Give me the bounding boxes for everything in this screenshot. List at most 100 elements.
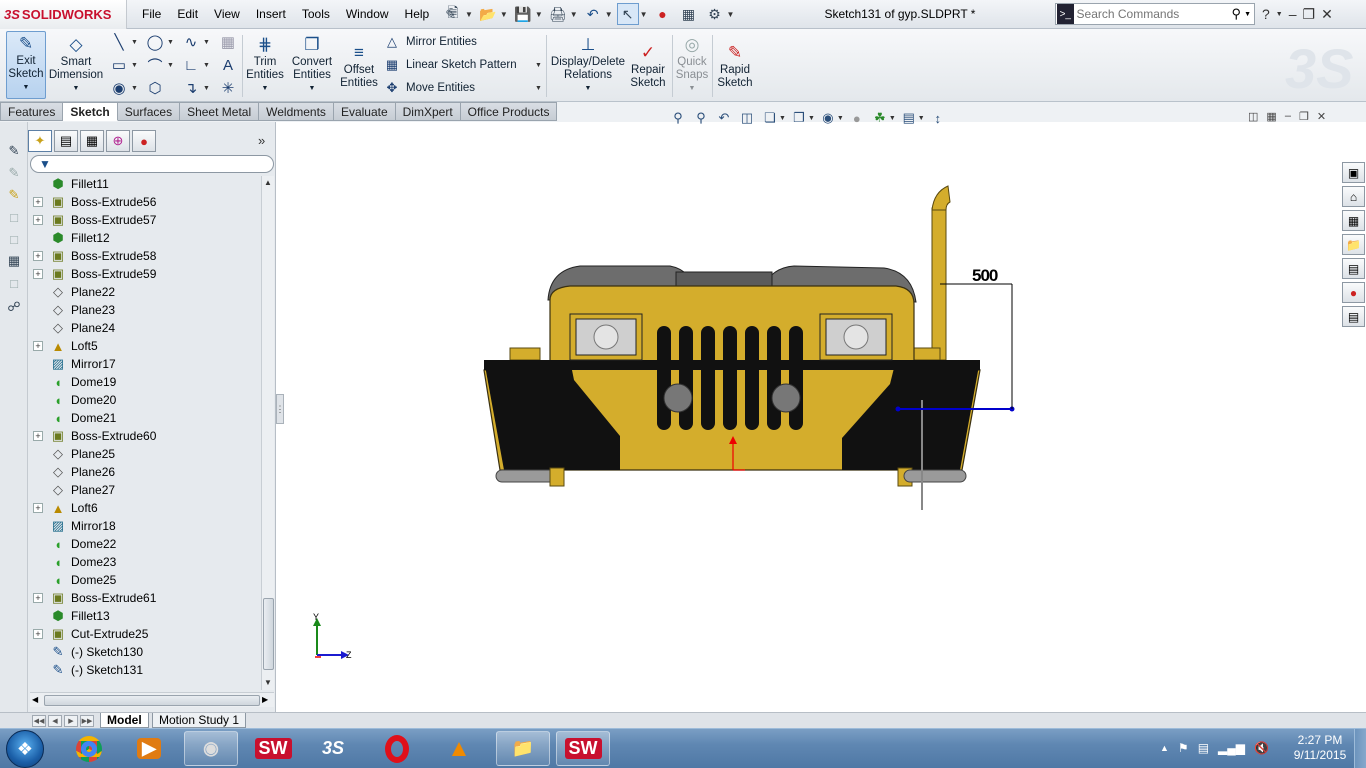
chevron-down-icon[interactable]: ▼ <box>1244 11 1251 18</box>
design-library-icon[interactable]: ⌂ <box>1342 186 1365 207</box>
tree-item[interactable]: ◖ Dome25 <box>30 571 260 589</box>
tree-vertical-scrollbar[interactable]: ▲ ▼ <box>261 176 274 690</box>
tree-item[interactable]: ◖ Dome21 <box>30 409 260 427</box>
chevron-down-icon[interactable]: ▼ <box>918 115 925 122</box>
chevron-down-icon[interactable]: ▼ <box>131 62 138 69</box>
feature-manager-tab-icon[interactable]: ✦ <box>28 130 52 152</box>
chevron-down-icon[interactable]: ▼ <box>535 10 543 19</box>
display-delete-relations-button[interactable]: ⊥ Display/Delete Relations ▼ <box>551 33 625 95</box>
smart-dimension-button[interactable]: ◇ Smart Dimension ▼ <box>49 33 103 95</box>
undo-icon[interactable]: ↶ <box>582 3 604 25</box>
section-view-icon[interactable]: ◫ <box>737 109 757 127</box>
scroll-down-icon[interactable]: ▼ <box>264 678 272 687</box>
tree-item[interactable]: + ▣ Boss-Extrude60 <box>30 427 260 445</box>
taskbar-explorer[interactable]: 📁 <box>496 731 550 766</box>
solidworks-logo[interactable]: 3S SOLIDWORKS <box>0 0 127 29</box>
tab-office-products[interactable]: Office Products <box>460 102 558 121</box>
sketch-fillet-icon[interactable]: ∟ <box>182 56 200 74</box>
tree-item[interactable]: + ▣ Boss-Extrude59 <box>30 265 260 283</box>
tree-item[interactable]: ◖ Dome22 <box>30 535 260 553</box>
taskbar-opera[interactable] <box>370 731 424 766</box>
expand-plus-icon[interactable]: + <box>33 431 43 441</box>
jeep-model-view[interactable] <box>470 180 1030 510</box>
viewport-restore-icon[interactable]: ❐ <box>1299 110 1309 123</box>
tree-item[interactable]: ◖ Dome19 <box>30 373 260 391</box>
tree-item[interactable]: ◖ Dome23 <box>30 553 260 571</box>
tab-evaluate[interactable]: Evaluate <box>333 102 396 121</box>
chevron-down-icon[interactable]: ▼ <box>808 115 815 122</box>
dimxpert-manager-tab-icon[interactable]: ⊕ <box>106 130 130 152</box>
view-orientation-icon[interactable]: ❏ <box>760 109 780 127</box>
tree-item[interactable]: ⬢ Fillet13 <box>30 607 260 625</box>
next-tab-icon[interactable]: ▶ <box>64 715 78 727</box>
tree-item[interactable]: ◇ Plane26 <box>30 463 260 481</box>
tree-item[interactable]: ✎ (-) Sketch130 <box>30 643 260 661</box>
expand-plus-icon[interactable]: + <box>33 197 43 207</box>
open-folder-icon[interactable]: 📂 <box>477 3 499 25</box>
chevron-down-icon[interactable]: ▼ <box>605 10 613 19</box>
scroll-right-icon[interactable]: ▶ <box>262 695 268 704</box>
chevron-down-icon[interactable]: ▼ <box>203 62 210 69</box>
tab-weldments[interactable]: Weldments <box>259 102 334 121</box>
tree-item[interactable]: + ▲ Loft5 <box>30 337 260 355</box>
tree-item[interactable]: ✎ (-) Sketch131 <box>30 661 260 679</box>
tree-item[interactable]: + ▣ Cut-Extrude25 <box>30 625 260 643</box>
apply-scene-icon[interactable]: ☘ <box>870 109 890 127</box>
expand-panel-icon[interactable]: » <box>258 133 265 148</box>
viewport-tile-icon[interactable]: ▦ <box>1266 110 1276 123</box>
tab-features[interactable]: Features <box>0 102 64 121</box>
tree-item[interactable]: ◇ Plane23 <box>30 301 260 319</box>
centerline-icon[interactable]: ↴ <box>182 79 200 97</box>
chevron-down-icon[interactable]: ▼ <box>640 10 648 19</box>
sketch-edit-icon[interactable]: ✎ <box>5 186 23 204</box>
panel-collapse-handle[interactable]: ⋮ <box>276 394 285 424</box>
menu-help[interactable]: Help <box>397 0 438 29</box>
view-palette-icon[interactable]: ▤ <box>1342 258 1365 279</box>
tab-sheet-metal[interactable]: Sheet Metal <box>180 102 260 121</box>
sketch-relations-icon[interactable]: ☍ <box>5 298 23 316</box>
minimize-icon[interactable]: – <box>1289 6 1297 22</box>
property-manager-tab-icon[interactable]: ▤ <box>54 130 78 152</box>
show-desktop-button[interactable] <box>1354 729 1366 768</box>
taskbar-3ds-app[interactable]: 3S <box>306 731 360 766</box>
tree-item[interactable]: ▨ Mirror17 <box>30 355 260 373</box>
exit-sketch-button[interactable]: ✎ Exit Sketch ▼ <box>6 31 46 99</box>
display-style-icon[interactable]: ❐ <box>789 109 809 127</box>
chevron-down-icon[interactable]: ▼ <box>1276 11 1283 18</box>
zoom-to-fit-icon[interactable]: ⚲ <box>668 109 688 127</box>
new-document-icon[interactable]: 🗎 <box>442 3 464 25</box>
taskbar-solidworks-active[interactable]: SW <box>556 731 610 766</box>
taskbar-clock[interactable]: 2:27 PM 9/11/2015 <box>1288 733 1352 763</box>
tree-item[interactable]: + ▲ Loft6 <box>30 499 260 517</box>
text-icon[interactable]: A <box>219 56 237 74</box>
tree-item[interactable]: + ▣ Boss-Extrude57 <box>30 211 260 229</box>
tree-item[interactable]: + ▣ Boss-Extrude61 <box>30 589 260 607</box>
restore-icon[interactable]: ❐ <box>1303 6 1316 23</box>
polygon-icon[interactable]: ⬡ <box>146 79 164 97</box>
first-tab-icon[interactable]: ◀◀ <box>32 715 46 727</box>
mirror-entities-button[interactable]: △ Mirror Entities <box>384 33 477 51</box>
line-icon[interactable]: ╲ <box>110 33 128 51</box>
menu-insert[interactable]: Insert <box>248 0 294 29</box>
tree-item[interactable]: ◇ Plane25 <box>30 445 260 463</box>
previous-tab-icon[interactable]: ◀ <box>48 715 62 727</box>
rotate-view-icon[interactable]: ↕ <box>928 109 948 127</box>
rapid-sketch-button[interactable]: ✎ Rapid Sketch <box>716 41 754 90</box>
tree-item[interactable]: + ▣ Boss-Extrude56 <box>30 193 260 211</box>
chevron-down-icon[interactable]: ▼ <box>203 39 210 46</box>
chevron-down-icon[interactable]: ▼ <box>203 85 210 92</box>
construction-grid-icon[interactable]: ▦ <box>219 33 237 51</box>
arc-icon[interactable]: ⌒ <box>146 56 164 75</box>
tab-motion-study[interactable]: Motion Study 1 <box>152 713 247 728</box>
action-center-flag-icon[interactable]: ⚑ <box>1178 741 1189 755</box>
tree-item[interactable]: ▨ Mirror18 <box>30 517 260 535</box>
spline-icon[interactable]: ∿ <box>182 33 200 51</box>
tree-item[interactable]: ⬢ Fillet11 <box>30 175 260 193</box>
tree-filter-field[interactable]: ▼ <box>30 155 274 173</box>
select-arrow-icon[interactable]: ↖ <box>616 3 639 25</box>
file-properties-icon[interactable]: ▦ <box>678 3 700 25</box>
taskbar-app-3[interactable]: ◉ <box>184 731 238 766</box>
search-commands-box[interactable]: >_ ⚲ ▼ <box>1055 3 1255 25</box>
expand-plus-icon[interactable]: + <box>33 593 43 603</box>
hide-show-items-icon[interactable]: ◉ <box>818 109 838 127</box>
